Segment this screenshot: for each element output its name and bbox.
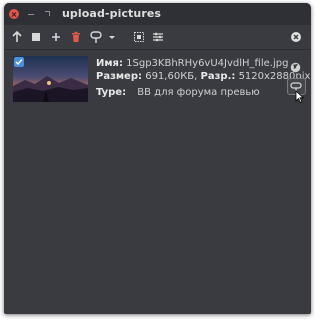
select-all-icon bbox=[134, 32, 144, 42]
item-checkbox[interactable] bbox=[14, 57, 24, 67]
stop-icon bbox=[32, 33, 40, 41]
type-row: Type: BB для форума превью bbox=[96, 86, 260, 100]
list-item[interactable]: Имя: 1Sgp3KBhRHy6vU4JvdlH_file.jpg Разме… bbox=[8, 51, 310, 113]
add-button[interactable] bbox=[50, 29, 62, 45]
toolbar-divider bbox=[4, 49, 311, 50]
image-thumbnail[interactable] bbox=[13, 56, 88, 102]
sliders-icon bbox=[153, 32, 163, 42]
globe-button[interactable] bbox=[290, 58, 301, 77]
size-label: Размер: bbox=[96, 71, 143, 82]
type-label: Type: bbox=[96, 87, 127, 98]
resolution-label: Разр.: bbox=[200, 71, 236, 82]
settings-button[interactable] bbox=[152, 29, 164, 45]
stop-button[interactable] bbox=[30, 29, 42, 45]
close-circle-icon bbox=[291, 32, 301, 42]
select-all-button[interactable] bbox=[133, 29, 145, 45]
window-close-button[interactable] bbox=[9, 9, 19, 19]
window-minimize-button[interactable] bbox=[26, 9, 36, 19]
delete-button[interactable] bbox=[70, 29, 82, 45]
size-row: Размер: 691,60КБ, Разр.: 5120x2880pix bbox=[96, 70, 310, 84]
plus-icon bbox=[52, 33, 60, 41]
type-value[interactable]: BB для форума превью bbox=[137, 87, 259, 98]
checkmark-icon bbox=[15, 59, 23, 66]
app-window: upload-pictures Имя: 1Sgp3KBhRHy6vU4Jvdl… bbox=[4, 3, 311, 314]
titlebar: upload-pictures bbox=[4, 3, 311, 25]
template-menu-button[interactable] bbox=[107, 29, 117, 45]
clear-all-button[interactable] bbox=[290, 29, 302, 45]
globe-icon bbox=[290, 62, 301, 73]
link-template-icon bbox=[90, 31, 102, 43]
file-name: 1Sgp3KBhRHy6vU4JvdlH_file.jpg bbox=[126, 58, 289, 69]
mouse-cursor-icon bbox=[295, 88, 305, 107]
name-label: Имя: bbox=[96, 58, 123, 69]
trash-icon bbox=[72, 31, 80, 42]
name-row: Имя: 1Sgp3KBhRHy6vU4JvdlH_file.jpg bbox=[96, 57, 288, 71]
window-title: upload-pictures bbox=[62, 7, 162, 20]
template-button[interactable] bbox=[89, 29, 103, 45]
chevron-down-icon bbox=[109, 36, 115, 39]
file-size: 691,60КБ, bbox=[145, 71, 198, 82]
upload-button[interactable] bbox=[11, 29, 23, 45]
window-maximize-button[interactable] bbox=[42, 9, 52, 19]
toolbar bbox=[4, 25, 311, 49]
arrow-up-icon bbox=[12, 30, 22, 42]
